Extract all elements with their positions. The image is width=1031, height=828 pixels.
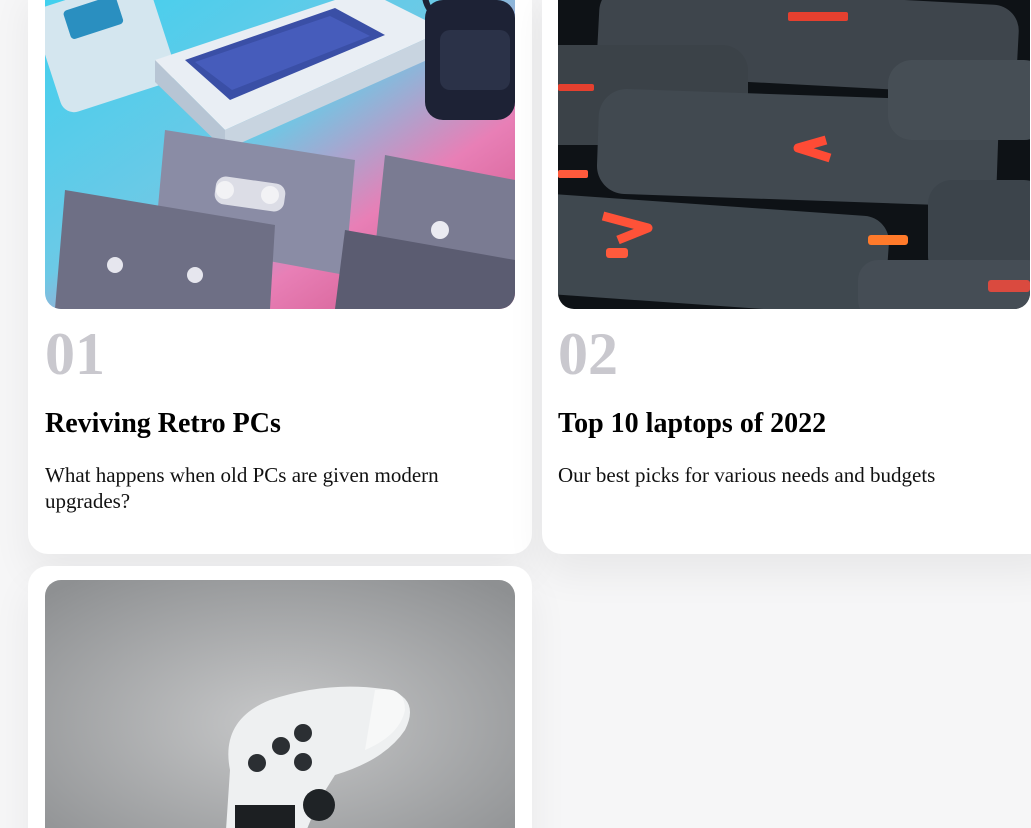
article-number: 02 (558, 321, 618, 387)
game-controller-image[interactable] (45, 580, 515, 828)
article-number: 01 (45, 321, 105, 387)
article-grid: 01 Reviving Retro PCs What happens when … (0, 0, 1031, 828)
keyboard-closeup-image[interactable] (558, 0, 1030, 309)
article-description: Our best picks for various needs and bud… (558, 463, 936, 487)
article-title[interactable]: Reviving Retro PCs (45, 408, 281, 440)
retro-computers-image[interactable] (45, 0, 515, 309)
article-description: What happens when old PCs are given mode… (45, 463, 439, 513)
article-title[interactable]: Top 10 laptops of 2022 (558, 408, 826, 440)
